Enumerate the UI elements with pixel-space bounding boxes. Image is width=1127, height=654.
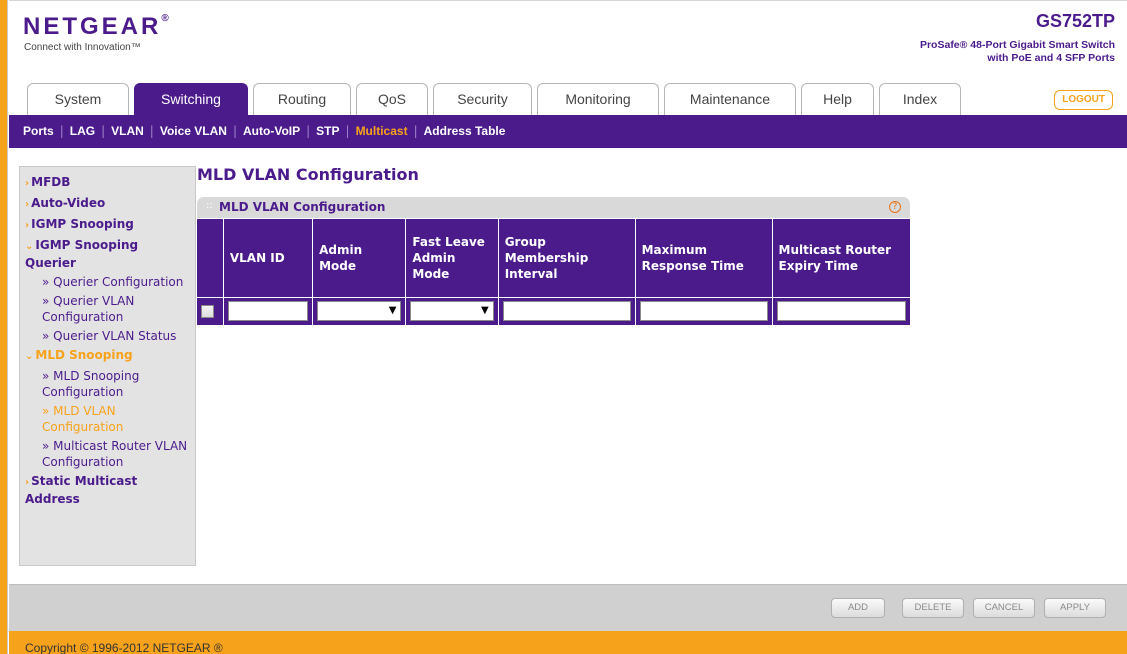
- page-title: MLD VLAN Configuration: [197, 165, 419, 184]
- sidebar-item-igmp-snooping[interactable]: › IGMP Snooping: [25, 216, 191, 234]
- sidebar-sub-multicast-router-vlan[interactable]: » Multicast Router VLAN Configuration: [42, 438, 191, 470]
- subnav-separator: |: [345, 124, 350, 138]
- sidebar-sub-querier-config[interactable]: » Querier Configuration: [42, 274, 191, 290]
- subnav-separator: |: [149, 124, 154, 138]
- panel-title: MLD VLAN Configuration: [219, 200, 386, 214]
- panel-header: :: MLD VLAN Configuration ?: [197, 197, 910, 218]
- delete-button[interactable]: DELETE: [902, 598, 964, 618]
- netgear-logo: NETGEAR®: [23, 13, 169, 40]
- sidebar-sub-querier-vlan-status[interactable]: » Querier VLAN Status: [42, 328, 191, 344]
- tab-qos[interactable]: QoS: [356, 83, 428, 115]
- brand-tagline: Connect with Innovation™: [24, 42, 141, 53]
- subnav-multicast[interactable]: Multicast: [356, 115, 408, 148]
- fast-leave-select[interactable]: ▼: [410, 301, 494, 322]
- header: NETGEAR® Connect with Innovation™ GS752T…: [9, 0, 1127, 83]
- action-bar: ADD DELETE CANCEL APPLY: [9, 584, 1127, 631]
- sidebar-item-mld-snooping[interactable]: ⌄ MLD Snooping: [25, 347, 191, 365]
- admin-mode-select[interactable]: ▼: [317, 301, 402, 322]
- subnav-ports[interactable]: Ports: [23, 115, 54, 148]
- row-checkbox[interactable]: [201, 304, 214, 318]
- sidebar-sub-mld-vlan-config[interactable]: » MLD VLAN Configuration: [42, 403, 191, 435]
- subnav-separator: |: [59, 124, 64, 138]
- sub-navigation: Ports | LAG | VLAN | Voice VLAN | Auto-VoIP | STP |…: [9, 115, 1127, 148]
- tab-maintenance[interactable]: Maintenance: [664, 83, 796, 115]
- max-response-cell: [634, 296, 772, 325]
- chevron-down-icon: ⌄: [25, 241, 34, 252]
- admin-mode-cell: ▼: [312, 296, 406, 325]
- add-button[interactable]: ADD: [831, 598, 885, 618]
- logout-button[interactable]: LOGOUT: [1054, 90, 1113, 110]
- tab-security[interactable]: Security: [433, 83, 532, 115]
- subnav-lag[interactable]: LAG: [70, 115, 95, 148]
- chevron-right-icon: ›: [25, 477, 30, 488]
- vlan-id-cell: [222, 296, 313, 325]
- subnav-separator: |: [232, 124, 238, 138]
- subnav-auto-voip[interactable]: Auto-VoIP: [243, 115, 300, 148]
- subnav-address-table[interactable]: Address Table: [424, 115, 506, 148]
- sidebar-item-mfdb[interactable]: › MFDB: [25, 174, 191, 192]
- copyright-text: Copyright © 1996-2012 NETGEAR ®: [25, 641, 223, 654]
- chevron-right-icon: ›: [25, 178, 30, 189]
- select-cell: [197, 296, 224, 325]
- tab-routing[interactable]: Routing: [253, 83, 351, 115]
- model-description: ProSafe® 48-Port Gigabit Smart Switch wi…: [919, 39, 1115, 64]
- group-membership-cell: [497, 296, 636, 325]
- cancel-button[interactable]: CANCEL: [973, 598, 1035, 618]
- router-expiry-input[interactable]: [776, 301, 906, 322]
- column-header-group-membership: Group Membership Interval: [497, 219, 636, 297]
- left-accent-bar: [0, 0, 8, 654]
- table-header-row: VLAN ID Admin Mode Fast Leave Admin Mode…: [197, 219, 910, 297]
- subnav-vlan[interactable]: VLAN: [111, 115, 144, 148]
- tab-help[interactable]: Help: [801, 83, 874, 115]
- mld-vlan-table: VLAN ID Admin Mode Fast Leave Admin Mode…: [197, 219, 910, 325]
- subnav-separator: |: [101, 124, 106, 138]
- subnav-stp[interactable]: STP: [316, 115, 339, 148]
- column-header-vlan-id: VLAN ID: [222, 219, 313, 297]
- model-name: GS752TP: [1035, 11, 1115, 31]
- chevron-down-icon: ⌄: [25, 351, 34, 362]
- apply-button[interactable]: APPLY: [1044, 598, 1106, 618]
- select-column-header: [197, 219, 224, 297]
- sidebar-item-auto-video[interactable]: › Auto-Video: [25, 195, 191, 213]
- chevron-right-icon: ›: [25, 220, 30, 231]
- tab-switching[interactable]: Switching: [134, 83, 248, 115]
- column-header-max-response: Maximum Response Time: [634, 219, 772, 297]
- sidebar-item-igmp-querier[interactable]: ⌄ IGMP Snooping Querier: [25, 237, 191, 271]
- column-header-fast-leave: Fast Leave Admin Mode: [405, 219, 499, 297]
- column-header-router-expiry: Multicast Router Expiry Time: [771, 219, 910, 297]
- subnav-voice-vlan[interactable]: Voice VLAN: [160, 115, 227, 148]
- sidebar: › MFDB › Auto-Video › IGMP Snooping ⌄ IGMP S…: [19, 166, 196, 566]
- footer: Copyright © 1996-2012 NETGEAR ®: [9, 631, 1127, 654]
- group-membership-input[interactable]: [502, 301, 631, 322]
- app-frame: NETGEAR® Connect with Innovation™ GS752T…: [9, 0, 1127, 654]
- vlan-id-input[interactable]: [227, 301, 309, 322]
- drag-handle-icon: ::: [206, 200, 213, 211]
- dropdown-arrow-icon: ▼: [388, 305, 397, 317]
- help-icon[interactable]: ?: [889, 201, 901, 213]
- max-response-input[interactable]: [639, 301, 768, 322]
- sidebar-sub-mld-snooping-config[interactable]: » MLD Snooping Configuration: [42, 368, 191, 400]
- tab-index[interactable]: Index: [879, 83, 961, 115]
- subnav-separator: |: [413, 124, 418, 138]
- table-row: ▼ ▼: [197, 296, 910, 325]
- fast-leave-cell: ▼: [405, 296, 499, 325]
- tab-monitoring[interactable]: Monitoring: [537, 83, 659, 115]
- router-expiry-cell: [771, 296, 910, 325]
- tab-system[interactable]: System: [27, 83, 129, 115]
- sidebar-sub-querier-vlan-config[interactable]: » Querier VLAN Configuration: [42, 293, 191, 325]
- column-header-admin-mode: Admin Mode: [312, 219, 406, 297]
- dropdown-arrow-icon: ▼: [480, 305, 489, 317]
- subnav-separator: |: [306, 124, 311, 138]
- sidebar-item-static-multicast[interactable]: › Static Multicast Address: [25, 473, 191, 507]
- chevron-right-icon: ›: [25, 199, 30, 210]
